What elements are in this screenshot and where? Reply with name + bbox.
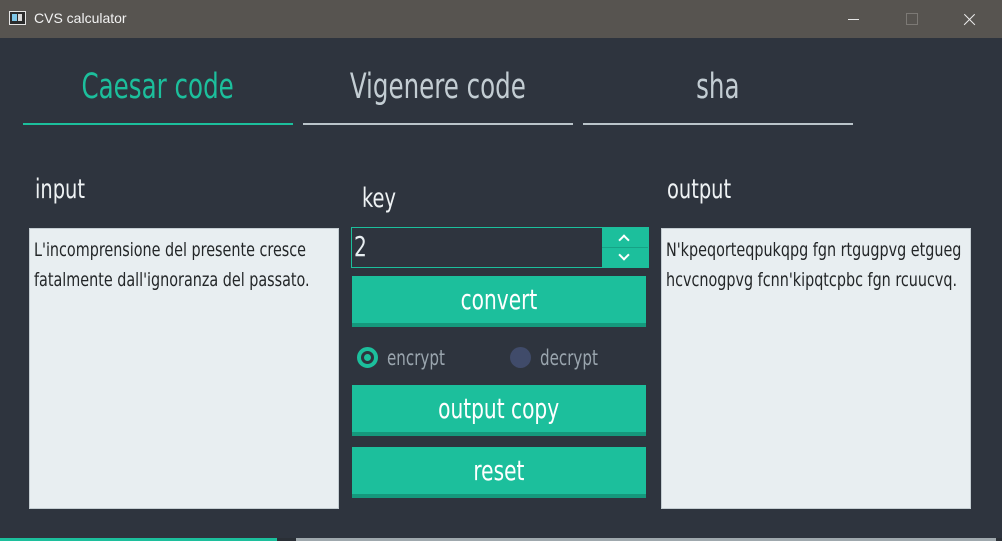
tab-label: Vigenere code	[349, 67, 527, 107]
stepper-divider	[602, 247, 648, 248]
output-label: output	[667, 174, 747, 205]
decrypt-radio-label: decrypt	[540, 346, 598, 370]
key-label-text: key	[362, 183, 396, 214]
close-icon[interactable]	[946, 0, 992, 38]
key-value[interactable]: 2	[354, 229, 370, 265]
radio-unselected-icon	[510, 347, 531, 368]
tab-underline	[23, 123, 293, 125]
chevron-up-icon[interactable]	[618, 234, 630, 246]
output-copy-button-label: output copy	[438, 392, 560, 425]
tab-label: sha	[696, 67, 740, 107]
reset-button[interactable]: reset	[352, 447, 646, 498]
decrypt-radio[interactable]: decrypt	[510, 343, 612, 373]
encrypt-radio[interactable]: encrypt	[357, 343, 459, 373]
output-label-text: output	[667, 174, 732, 205]
tab-vigenere-code[interactable]: Vigenere code	[303, 52, 573, 125]
window-title: CVS calculator	[34, 10, 127, 26]
key-spinbox[interactable]: 2	[351, 227, 649, 268]
tab-caesar-code[interactable]: Caesar code	[23, 52, 293, 125]
app-window-icon	[9, 11, 26, 25]
chevron-down-icon[interactable]	[618, 249, 630, 261]
output-copy-button[interactable]: output copy	[352, 385, 646, 436]
input-label-text: input	[35, 174, 85, 205]
key-value-text: 2	[354, 230, 367, 263]
maximize-icon[interactable]	[888, 0, 934, 38]
output-textarea[interactable]: N'kpeqorteqpukqpg fgn rtgugpvg etgueg hc…	[661, 228, 971, 509]
radio-selected-icon	[357, 347, 378, 368]
encrypt-radio-label: encrypt	[387, 346, 445, 370]
tab-underline	[583, 123, 853, 125]
output-text: N'kpeqorteqpukqpg fgn rtgugpvg etgueg hc…	[666, 239, 962, 291]
title-bar: CVS calculator	[0, 0, 1002, 38]
convert-button-label: convert	[460, 283, 538, 316]
input-textarea[interactable]: L'incomprensione del presente cresce fat…	[29, 228, 339, 509]
input-label: input	[35, 174, 98, 205]
tab-underline	[303, 123, 573, 125]
reset-button-label: reset	[473, 454, 525, 487]
key-stepper	[602, 228, 648, 267]
key-label: key	[362, 183, 404, 214]
minimize-icon[interactable]	[830, 0, 876, 38]
tab-sha[interactable]: sha	[583, 52, 853, 125]
tab-label: Caesar code	[81, 67, 235, 107]
input-text: L'incomprensione del presente cresce fat…	[34, 239, 310, 291]
convert-button[interactable]: convert	[352, 276, 646, 327]
